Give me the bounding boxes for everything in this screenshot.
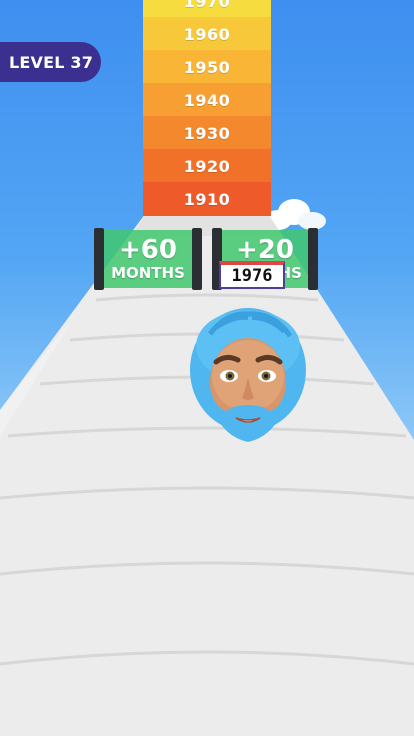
tower-year-row: 1920: [143, 149, 271, 183]
tower-year-label: 1940: [183, 90, 231, 110]
player-year: 1976: [231, 266, 273, 286]
tower-year-label: 1910: [183, 189, 231, 209]
tower-year-row: 1950: [143, 50, 271, 84]
gate-post-left: [94, 228, 104, 290]
level-badge: LEVEL 37: [0, 42, 101, 82]
gate-post-middle-left: [192, 228, 202, 290]
tower-year-label: 1970: [183, 0, 231, 11]
tower-year-row: 1960: [143, 17, 271, 51]
tower-year-row: 1970: [143, 0, 271, 18]
tower-year-label: 1960: [183, 24, 231, 44]
tower-year-row: 1940: [143, 83, 271, 117]
player-year-tag: 1976: [219, 261, 285, 289]
player-character[interactable]: [186, 306, 310, 452]
gate-post-right: [308, 228, 318, 290]
gate-unit: MONTHS: [111, 264, 185, 282]
tower-year-label: 1920: [183, 156, 231, 176]
tower-year-row: 1930: [143, 116, 271, 150]
game-scene: 1970 1960 1950 1940 1930 1920 1910 LEVEL 37 +6…: [0, 0, 414, 736]
tower-year-label: 1950: [183, 57, 231, 77]
tower-year-label: 1930: [183, 123, 231, 143]
tower-year-row: 1910: [143, 182, 271, 216]
level-label: LEVEL 37: [9, 52, 94, 72]
gate-value: +60: [119, 235, 177, 265]
gate-plus-60-months: +60 MONTHS: [104, 230, 192, 288]
gate-value: +20: [236, 235, 294, 265]
year-tower: 1970 1960 1950 1940 1930 1920 1910: [143, 0, 271, 216]
